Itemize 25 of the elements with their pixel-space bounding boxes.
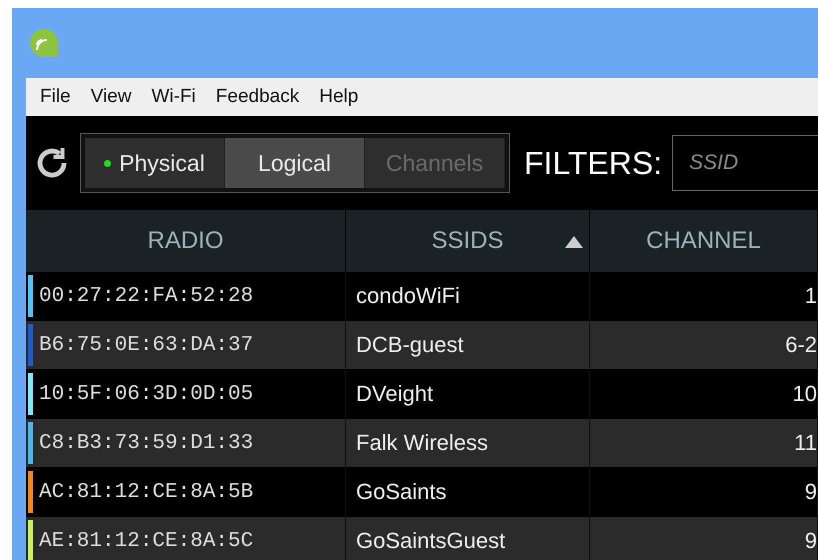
ssid-filter-field[interactable]: SSID (672, 135, 818, 191)
channel-cell: 6-2 (590, 321, 818, 370)
app-logo-icon (28, 27, 60, 59)
mac-address: 10:5F:06:3D:0D:05 (39, 382, 254, 406)
mac-address: B6:75:0E:63:DA:37 (39, 334, 254, 356)
view-tab[interactable]: Logical (225, 138, 365, 188)
menu-item[interactable]: Wi-Fi (143, 86, 204, 108)
mac-address: 00:27:22:FA:52:28 (39, 284, 254, 308)
mac-address: C8:B3:73:59:D1:33 (39, 432, 254, 454)
column-header[interactable]: CHANNEL (590, 210, 818, 272)
mac-address: AE:81:12:CE:8A:5C (39, 530, 254, 552)
menu-item[interactable]: File (32, 86, 79, 108)
view-tab[interactable]: Physical (85, 138, 225, 188)
channel-cell: 11 (590, 419, 818, 468)
ssid-cell: Falk Wireless (346, 419, 590, 468)
channel-cell: 9 (590, 517, 818, 560)
ssid-cell: DCB-guest (346, 321, 590, 370)
column-header[interactable]: RADIO (26, 210, 346, 272)
filters-label: FILTERS: (524, 144, 662, 182)
column-header[interactable]: SSIDS (346, 210, 590, 272)
menu-item[interactable]: View (82, 86, 140, 108)
mac-address: AC:81:12:CE:8A:5B (39, 480, 254, 504)
menu-item[interactable]: Feedback (208, 86, 308, 108)
menu-item[interactable]: Help (311, 86, 366, 108)
ssid-cell: GoSaintsGuest (346, 517, 590, 560)
